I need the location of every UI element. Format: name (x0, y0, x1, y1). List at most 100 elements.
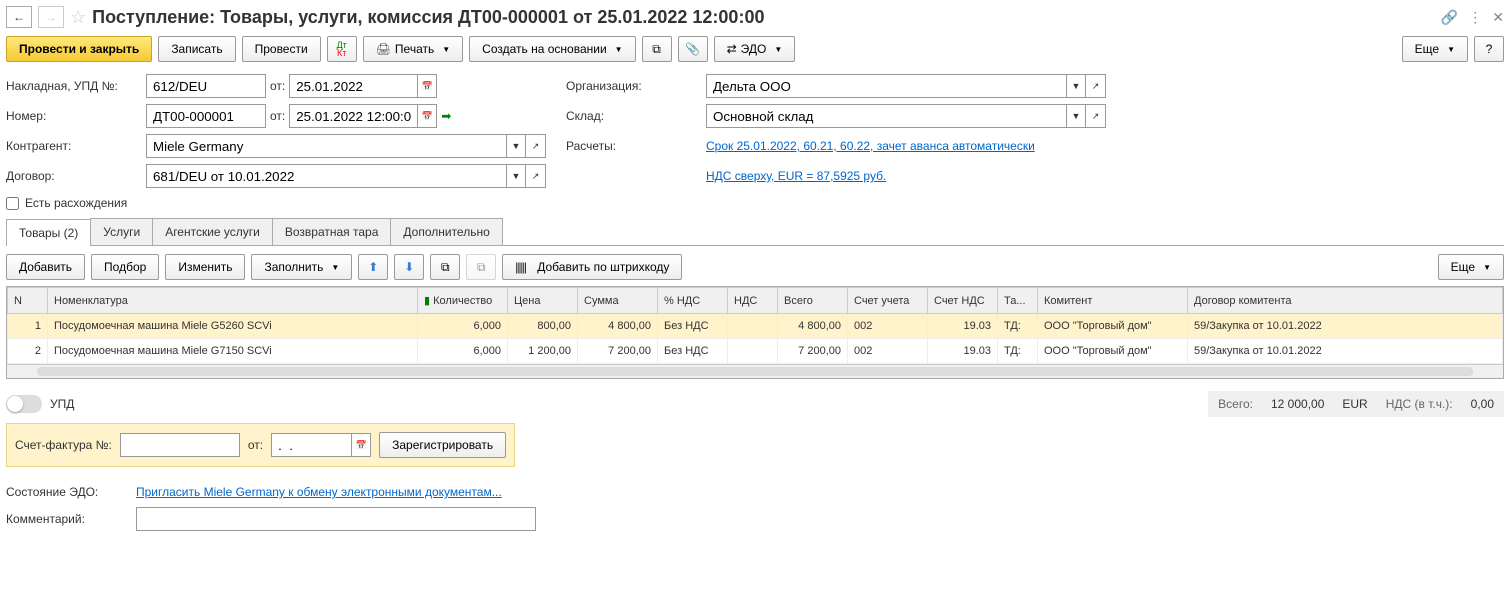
col-principal-contract[interactable]: Договор комитента (1188, 288, 1503, 314)
calendar-icon[interactable]: 📅 (351, 433, 371, 457)
chevron-down-icon: ▼ (331, 263, 339, 272)
col-price[interactable]: Цена (508, 288, 578, 314)
chevron-down-icon[interactable]: ▼ (506, 134, 526, 158)
counterparty-label: Контрагент: (6, 139, 136, 153)
create-based-on-button[interactable]: Создать на основании▼ (469, 36, 635, 62)
paste-button[interactable]: ⧉ (466, 254, 496, 280)
settlements-link[interactable]: Срок 25.01.2022, 60.21, 60.22, зачет ава… (706, 139, 1035, 153)
goods-table: N Номенклатура ▮ Количество Цена Сумма %… (7, 287, 1503, 364)
sf-from-label: от: (248, 438, 263, 452)
move-up-button[interactable]: ⬆ (358, 254, 388, 280)
contract-label: Договор: (6, 169, 136, 183)
invoice-no-label: Накладная, УПД №: (6, 79, 136, 93)
col-total[interactable]: Всего (778, 288, 848, 314)
open-icon[interactable]: ↗ (1086, 74, 1106, 98)
related-docs-button[interactable]: ⧉ (642, 36, 672, 62)
open-icon[interactable]: ↗ (526, 134, 546, 158)
total-value: 12 000,00 (1271, 397, 1324, 411)
chevron-down-icon[interactable]: ▼ (506, 164, 526, 188)
chevron-down-icon: ▼ (1447, 45, 1455, 54)
col-vat[interactable]: НДС (728, 288, 778, 314)
favorite-icon[interactable]: ☆ (70, 7, 86, 28)
number-input[interactable] (146, 104, 266, 128)
post-button[interactable]: Провести (242, 36, 321, 62)
warehouse-label: Склад: (566, 109, 696, 123)
open-icon[interactable]: ↗ (1086, 104, 1106, 128)
add-row-button[interactable]: Добавить (6, 254, 85, 280)
tab-returnable[interactable]: Возвратная тара (272, 218, 392, 245)
organization-input[interactable] (706, 74, 1066, 98)
col-sum[interactable]: Сумма (578, 288, 658, 314)
edo-state-link[interactable]: Пригласить Miele Germany к обмену электр… (136, 485, 502, 499)
col-vat-account[interactable]: Счет НДС (928, 288, 998, 314)
select-rows-button[interactable]: Подбор (91, 254, 159, 280)
chevron-down-icon[interactable]: ▼ (1066, 74, 1086, 98)
print-button[interactable]: 🖨Печать▼ (363, 36, 463, 62)
nav-forward-button[interactable]: → (38, 6, 64, 28)
col-qty[interactable]: ▮ Количество (418, 288, 508, 314)
edo-state-label: Состояние ЭДО: (6, 485, 126, 499)
number-label: Номер: (6, 109, 136, 123)
chevron-down-icon: ▼ (615, 45, 623, 54)
col-ta[interactable]: Та... (998, 288, 1038, 314)
tab-additional[interactable]: Дополнительно (390, 218, 502, 245)
invoice-date-input[interactable] (289, 74, 417, 98)
more-menu-icon[interactable]: ⋮ (1468, 9, 1482, 26)
table-row[interactable]: 1Посудомоечная машина Miele G5260 SCVi6,… (8, 314, 1503, 339)
nav-back-button[interactable]: ← (6, 6, 32, 28)
from-label-2: от: (270, 109, 285, 123)
calendar-icon[interactable]: 📅 (417, 104, 437, 128)
write-button[interactable]: Записать (158, 36, 235, 62)
more-button[interactable]: Еще▼ (1402, 36, 1468, 62)
comment-label: Комментарий: (6, 512, 126, 526)
col-vat-pct[interactable]: % НДС (658, 288, 728, 314)
post-and-close-button[interactable]: Провести и закрыть (6, 36, 152, 62)
change-rows-button[interactable]: Изменить (165, 254, 245, 280)
col-principal[interactable]: Комитент (1038, 288, 1188, 314)
vat-link[interactable]: НДС сверху, EUR = 87,5925 руб. (706, 169, 886, 183)
total-label: Всего: (1218, 397, 1253, 411)
sf-date-input[interactable] (271, 433, 351, 457)
comment-input[interactable] (136, 507, 536, 531)
discrepancy-label: Есть расхождения (25, 196, 127, 210)
register-sf-button[interactable]: Зарегистрировать (379, 432, 506, 458)
move-down-button[interactable]: ⬇ (394, 254, 424, 280)
col-nomenclature[interactable]: Номенклатура (48, 288, 418, 314)
help-button[interactable]: ? (1474, 36, 1504, 62)
table-more-button[interactable]: Еще▼ (1438, 254, 1504, 280)
sf-number-input[interactable] (120, 433, 240, 457)
chevron-down-icon: ▼ (774, 45, 782, 54)
col-account[interactable]: Счет учета (848, 288, 928, 314)
open-icon[interactable]: ↗ (526, 164, 546, 188)
settlements-label: Расчеты: (566, 139, 696, 153)
currency-label: EUR (1342, 397, 1367, 411)
invoice-no-input[interactable] (146, 74, 266, 98)
close-icon[interactable]: ✕ (1492, 9, 1504, 26)
horizontal-scrollbar[interactable] (7, 364, 1503, 378)
dt-kt-button[interactable]: ДтКт (327, 36, 357, 62)
col-n[interactable]: N (8, 288, 48, 314)
edo-icon: ⇄ (727, 42, 737, 56)
table-row[interactable]: 2Посудомоечная машина Miele G7150 SCVi6,… (8, 339, 1503, 364)
add-by-barcode-button[interactable]: ||||| Добавить по штрихкоду (502, 254, 682, 280)
chevron-down-icon: ▼ (442, 45, 450, 54)
tab-services[interactable]: Услуги (90, 218, 153, 245)
chevron-down-icon[interactable]: ▼ (1066, 104, 1086, 128)
tab-goods[interactable]: Товары (2) (6, 219, 91, 246)
fill-button[interactable]: Заполнить▼ (251, 254, 352, 280)
edo-button[interactable]: ⇄ЭДО▼ (714, 36, 796, 62)
tab-agency[interactable]: Агентские услуги (152, 218, 273, 245)
datetime-input[interactable] (289, 104, 417, 128)
calendar-icon[interactable]: 📅 (417, 74, 437, 98)
counterparty-input[interactable] (146, 134, 506, 158)
from-label-1: от: (270, 79, 285, 93)
page-title: Поступление: Товары, услуги, комиссия ДТ… (92, 7, 1435, 28)
link-icon[interactable]: 🔗 (1441, 9, 1458, 26)
copy-button[interactable]: ⧉ (430, 254, 460, 280)
warehouse-input[interactable] (706, 104, 1066, 128)
attachments-button[interactable]: 📎 (678, 36, 708, 62)
totals-bar: Всего: 12 000,00 EUR НДС (в т.ч.): 0,00 (1208, 391, 1504, 417)
upd-toggle[interactable] (6, 395, 42, 413)
contract-input[interactable] (146, 164, 506, 188)
discrepancy-checkbox[interactable] (6, 197, 19, 210)
